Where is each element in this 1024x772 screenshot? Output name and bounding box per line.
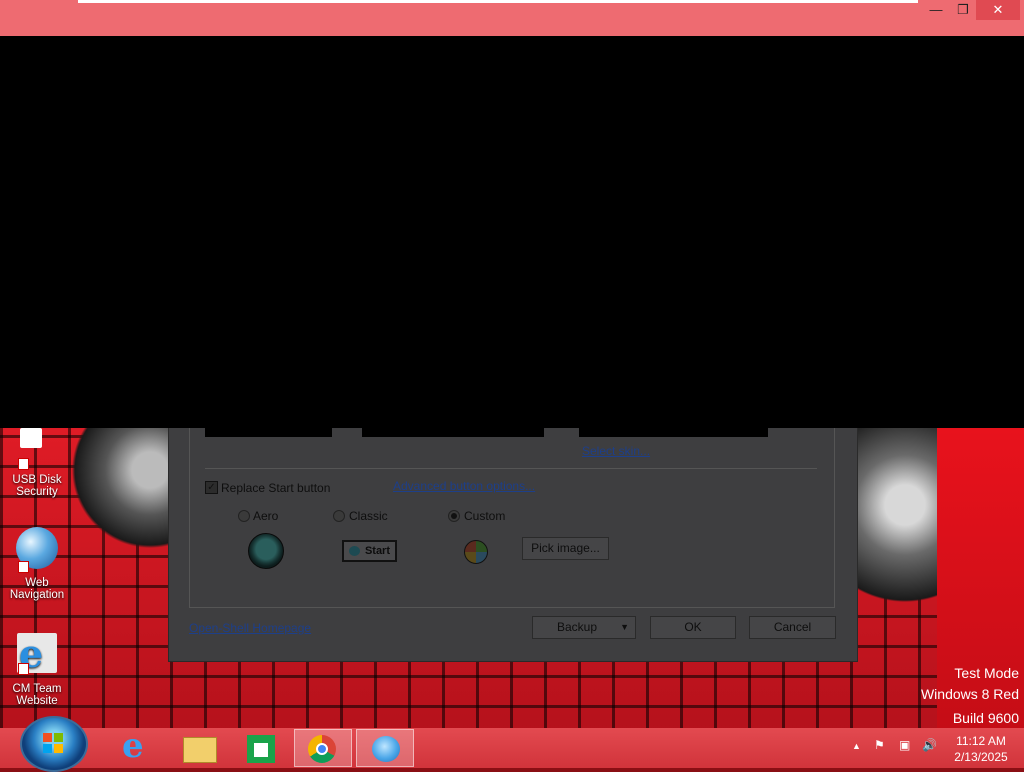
shortcut-shield-icon xyxy=(18,561,29,573)
group-divider xyxy=(205,468,817,469)
taskbar-clock[interactable]: 11:12 AM 2/13/2025 xyxy=(950,733,1012,765)
internet-explorer-icon: e xyxy=(122,726,144,766)
test-mode-watermark: Test Mode xyxy=(954,665,1019,681)
taskbar-file-explorer[interactable] xyxy=(170,729,228,767)
aero-label: Aero xyxy=(253,509,279,523)
windows-logo-icon xyxy=(43,733,52,742)
dropdown-arrow-icon: ▼ xyxy=(620,622,629,632)
usb-disk-security-icon xyxy=(20,428,42,448)
browser-title-bar: — ❐ ✕ xyxy=(0,0,1024,36)
aero-radio[interactable] xyxy=(238,510,250,522)
taskbar-store[interactable] xyxy=(232,729,290,767)
taskbar-open-shell[interactable] xyxy=(356,729,414,767)
custom-start-orb-icon xyxy=(464,540,488,564)
classic-start-button-preview: Start xyxy=(342,540,397,562)
volume-icon[interactable]: 🔊 xyxy=(922,738,937,752)
backup-label: Backup xyxy=(557,620,598,634)
cancel-button[interactable]: Cancel xyxy=(749,616,836,639)
desktop-icon-label: Web Navigation xyxy=(9,577,65,601)
action-center-flag-icon[interactable]: ⚑ xyxy=(874,738,885,752)
maximize-button[interactable]: ❐ xyxy=(950,0,976,20)
desktop-icon-label: CM Team Website xyxy=(12,683,62,707)
taskbar-internet-explorer[interactable]: e xyxy=(108,726,166,767)
desktop-icon-web-navigation[interactable]: Web Navigation xyxy=(2,527,72,601)
open-shell-icon xyxy=(372,736,400,762)
chrome-icon xyxy=(308,735,336,763)
desktop-icon-usb-disk-security[interactable]: USB Disk Security xyxy=(2,428,72,498)
build-watermark: Build 9600 xyxy=(952,710,1019,726)
ok-button[interactable]: OK xyxy=(650,616,736,639)
clock-date: 2/13/2025 xyxy=(954,750,1008,764)
start-button-group xyxy=(189,428,835,608)
taskbar: e ▲ ⚑ ▣ 🔊 xyxy=(0,716,1024,772)
desktop-icon-label: USB Disk Security xyxy=(12,474,62,498)
store-icon xyxy=(247,735,275,763)
windows-edition-watermark: Windows 8 Red xyxy=(920,686,1019,702)
classic-radio[interactable] xyxy=(333,510,345,522)
aero-start-orb-icon xyxy=(248,533,284,569)
pick-image-button[interactable]: Pick image... xyxy=(522,537,609,560)
replace-start-checkbox[interactable]: ✓ xyxy=(205,481,218,494)
select-skin-link[interactable]: Select skin... xyxy=(582,444,650,458)
open-shell-settings-dialog: Select skin... ✓ Replace Start button Ad… xyxy=(168,428,858,662)
custom-radio[interactable] xyxy=(448,510,460,522)
custom-label: Custom xyxy=(464,509,506,523)
taskbar-chrome[interactable] xyxy=(294,729,352,767)
clock-time: 11:12 AM xyxy=(956,734,1006,748)
classic-label: Classic xyxy=(349,509,388,523)
shortcut-shield-icon xyxy=(18,458,29,470)
folder-icon xyxy=(183,737,217,763)
advanced-button-options-link[interactable]: Advanced button options... xyxy=(393,479,535,493)
shortcut-shield-icon xyxy=(18,663,29,675)
network-icon[interactable]: ▣ xyxy=(899,738,910,752)
minimize-button[interactable]: — xyxy=(922,0,950,20)
desktop-icon-cm-team-website[interactable]: e CM Team Website xyxy=(2,631,72,707)
browser-content-area xyxy=(0,36,1024,428)
show-hidden-icons-icon[interactable]: ▲ xyxy=(852,741,861,751)
address-bar[interactable] xyxy=(78,0,918,3)
wallpaper-band xyxy=(937,428,1024,728)
close-button[interactable]: ✕ xyxy=(976,0,1020,20)
backup-button[interactable]: Backup ▼ xyxy=(532,616,636,639)
replace-start-label: Replace Start button xyxy=(221,481,331,495)
open-shell-homepage-link[interactable]: Open-Shell Homepage xyxy=(189,621,311,635)
start-button[interactable] xyxy=(20,716,88,772)
